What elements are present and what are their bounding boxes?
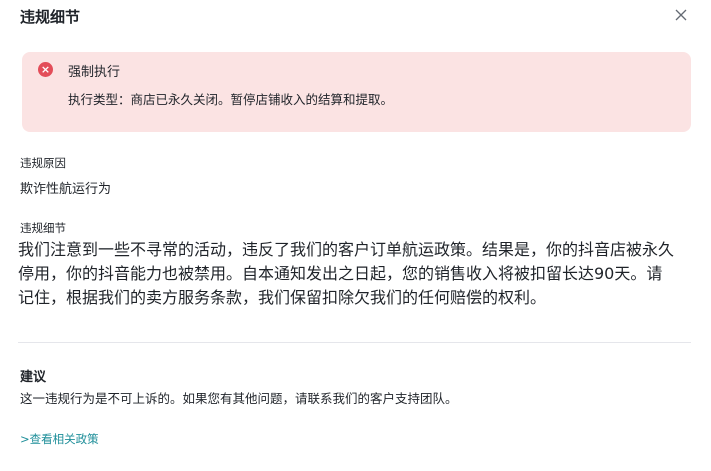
suggestion-text: 这一违规行为是不可上诉的。如果您有其他问题，请联系我们的客户支持团队。: [20, 391, 458, 406]
alert-description: 执行类型：商店已永久关闭。暂停店铺收入的结算和提取。: [68, 92, 394, 107]
dialog-title: 违规细节: [20, 8, 81, 26]
divider: [18, 342, 691, 343]
suggestion-title: 建议: [20, 370, 47, 385]
enforcement-alert: × 强制执行 执行类型：商店已永久关闭。暂停店铺收入的结算和提取。: [22, 52, 691, 132]
detail-label: 违规细节: [20, 221, 66, 235]
view-policy-link[interactable]: >查看相关政策: [20, 431, 99, 447]
alert-title: 强制执行: [68, 65, 121, 80]
detail-text: 我们注意到一些不寻常的活动，违反了我们的客户订单航运政策。结果是，你的抖音店被永…: [18, 240, 675, 307]
error-circle-icon: ×: [38, 62, 53, 77]
close-icon[interactable]: [672, 6, 690, 24]
reason-label: 违规原因: [20, 156, 66, 170]
reason-value: 欺诈性航运行为: [20, 182, 112, 197]
